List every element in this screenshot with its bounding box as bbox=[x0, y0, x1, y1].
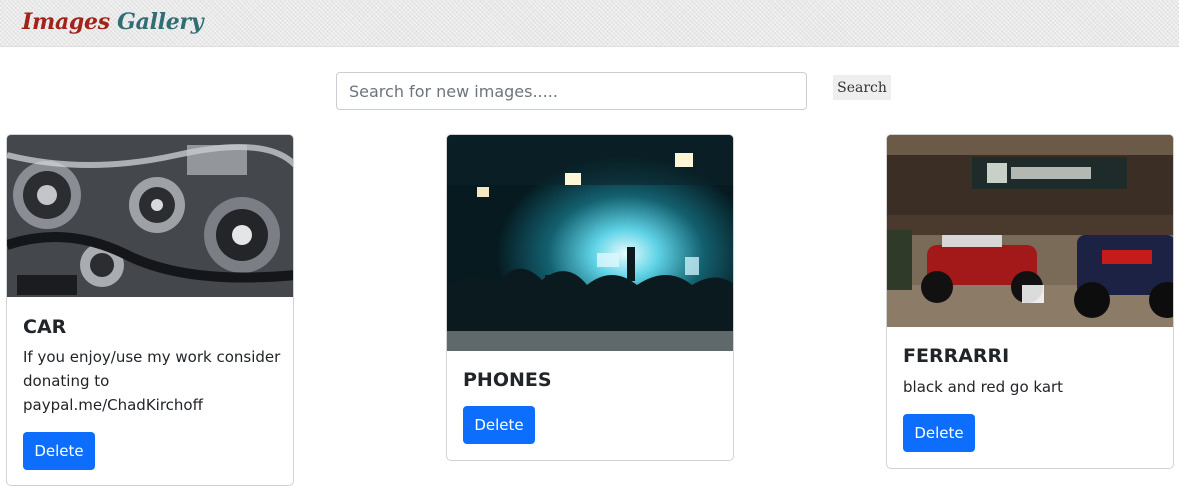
delete-button[interactable]: Delete bbox=[463, 406, 535, 444]
card-image-concert bbox=[447, 135, 733, 351]
brand-word-images: Images bbox=[22, 9, 110, 35]
delete-button[interactable]: Delete bbox=[23, 432, 95, 470]
card-image-car-engine bbox=[7, 135, 293, 297]
card-title: CAR bbox=[23, 316, 67, 338]
card-description: If you enjoy/use my work consider donati… bbox=[23, 348, 281, 414]
brand-word-gallery: Gallery bbox=[117, 9, 204, 35]
image-card: FERRARRI black and red go kart Delete bbox=[886, 134, 1174, 469]
search-button[interactable]: Search bbox=[833, 75, 891, 100]
brand-logo[interactable]: Images Gallery bbox=[22, 9, 203, 35]
card-title: FERRARRI bbox=[903, 345, 1010, 367]
image-card: CAR If you enjoy/use my work consider do… bbox=[6, 134, 294, 486]
search-input[interactable] bbox=[336, 72, 807, 110]
card-description: black and red go kart bbox=[903, 378, 1064, 396]
navbar: Images Gallery bbox=[0, 0, 1179, 47]
image-card: PHONES Delete bbox=[446, 134, 734, 461]
delete-button[interactable]: Delete bbox=[903, 414, 975, 452]
card-title: PHONES bbox=[463, 369, 552, 391]
card-image-race-cars bbox=[887, 135, 1173, 327]
